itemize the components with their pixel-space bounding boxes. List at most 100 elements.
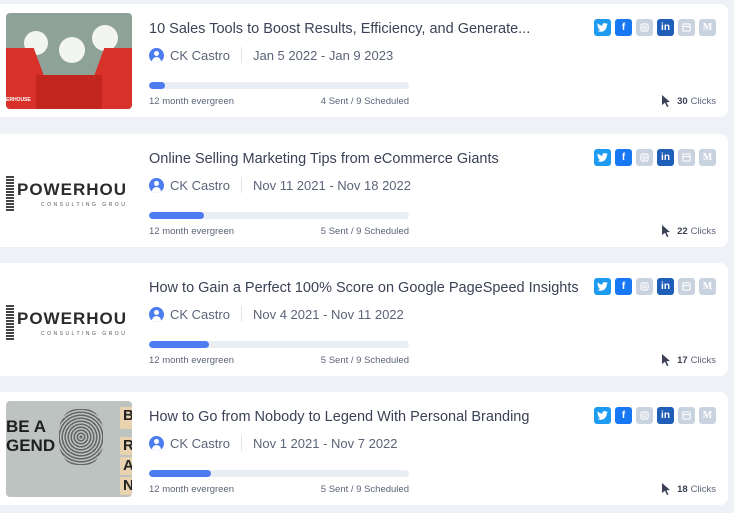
schedule-status: 4 Sent / 9 Scheduled: [320, 96, 409, 107]
divider: [240, 177, 242, 193]
post-title[interactable]: How to Gain a Perfect 100% Score on Goog…: [149, 280, 579, 296]
progress-fill: [149, 341, 209, 348]
post-title[interactable]: How to Go from Nobody to Legend With Per…: [149, 409, 529, 425]
avatar-icon: [149, 306, 164, 322]
schedule-status: 5 Sent / 9 Scheduled: [320, 355, 409, 366]
clicks-count: 22: [677, 225, 688, 237]
author-name: CK Castro: [170, 47, 230, 63]
schedule-status: 5 Sent / 9 Scheduled: [320, 484, 409, 495]
facebook-icon[interactable]: f: [615, 19, 632, 36]
post-card[interactable]: BE A GEND BRAN How to Go from Nobody to L…: [0, 392, 728, 505]
progress-bar: [149, 341, 409, 348]
clicks-counter: 30 Clicks: [661, 95, 716, 107]
medium-icon[interactable]: M: [699, 19, 716, 36]
evergreen-label: 12 month evergreen: [149, 96, 235, 107]
instagram-icon[interactable]: [636, 19, 653, 36]
instagram-icon[interactable]: [636, 407, 653, 424]
clicks-counter: 17 Clicks: [661, 354, 716, 366]
social-icons: f in M: [594, 278, 716, 295]
post-card[interactable]: ERHOUSE 10 Sales Tools to Boost Results,…: [0, 4, 728, 117]
news-icon[interactable]: [678, 407, 695, 424]
toolbox-image: ERHOUSE: [6, 13, 132, 109]
evergreen-label: 12 month evergreen: [149, 484, 235, 495]
progress-bar: [149, 82, 409, 89]
clicks-count: 30: [677, 95, 688, 107]
powerhouse-logo: POWERHOU CONSULTING GROU: [6, 272, 132, 368]
post-title[interactable]: Online Selling Marketing Tips from eComm…: [149, 151, 499, 167]
powerhouse-logo: POWERHOU CONSULTING GROU: [6, 143, 132, 239]
avatar-icon: [149, 47, 164, 63]
post-card[interactable]: POWERHOU CONSULTING GROU Online Selling …: [0, 134, 728, 247]
author-name: CK Castro: [170, 306, 230, 322]
avatar-icon: [149, 177, 164, 193]
news-icon[interactable]: [678, 278, 695, 295]
divider: [240, 306, 242, 322]
clicks-counter: 18 Clicks: [661, 483, 716, 495]
social-icons: f in M: [594, 149, 716, 166]
twitter-icon[interactable]: [594, 19, 611, 36]
linkedin-icon[interactable]: in: [657, 19, 674, 36]
letter-block: R: [120, 437, 132, 455]
news-icon[interactable]: [678, 149, 695, 166]
progress-bar: [149, 212, 409, 219]
clicks-label: Clicks: [690, 225, 716, 237]
legend-image: BE A GEND BRAN: [6, 401, 132, 497]
progress-fill: [149, 82, 165, 89]
post-meta: CK Castro Nov 4 2021 - Nov 11 2022: [149, 305, 404, 323]
news-icon[interactable]: [678, 19, 695, 36]
twitter-icon[interactable]: [594, 149, 611, 166]
cursor-icon: [662, 225, 671, 237]
facebook-icon[interactable]: f: [615, 149, 632, 166]
clicks-label: Clicks: [690, 483, 716, 495]
letter-block: A: [120, 457, 132, 475]
schedule-status: 5 Sent / 9 Scheduled: [320, 226, 409, 237]
linkedin-icon[interactable]: in: [657, 149, 674, 166]
date-range: Nov 1 2021 - Nov 7 2022: [252, 435, 398, 451]
medium-icon[interactable]: M: [699, 278, 716, 295]
linkedin-icon[interactable]: in: [657, 407, 674, 424]
avatar-icon: [149, 435, 164, 451]
thumb-text: BE A GEND: [6, 417, 56, 455]
facebook-icon[interactable]: f: [615, 278, 632, 295]
divider: [240, 435, 242, 451]
twitter-icon[interactable]: [594, 278, 611, 295]
evergreen-label: 12 month evergreen: [149, 226, 235, 237]
cursor-icon: [662, 483, 671, 495]
post-card[interactable]: POWERHOU CONSULTING GROU How to Gain a P…: [0, 263, 728, 376]
medium-icon[interactable]: M: [699, 149, 716, 166]
post-thumbnail[interactable]: POWERHOU CONSULTING GROU: [6, 143, 132, 239]
author-name: CK Castro: [170, 177, 230, 193]
date-range: Jan 5 2022 - Jan 9 2023: [252, 47, 394, 63]
post-meta: CK Castro Nov 1 2021 - Nov 7 2022: [149, 434, 398, 452]
progress-fill: [149, 470, 212, 477]
instagram-icon[interactable]: [636, 149, 653, 166]
evergreen-label: 12 month evergreen: [149, 355, 235, 366]
clicks-label: Clicks: [690, 354, 716, 366]
logo-text: POWERHOU: [17, 180, 127, 199]
post-thumbnail[interactable]: POWERHOU CONSULTING GROU: [6, 272, 132, 368]
facebook-icon[interactable]: f: [615, 407, 632, 424]
progress-bar: [149, 470, 409, 477]
logo-subtext: CONSULTING GROU: [41, 331, 128, 337]
post-thumbnail[interactable]: ERHOUSE: [6, 13, 132, 109]
clicks-count: 18: [677, 483, 688, 495]
cursor-icon: [662, 95, 671, 107]
logo-subtext: CONSULTING GROU: [41, 202, 128, 208]
date-range: Nov 11 2021 - Nov 18 2022: [252, 177, 411, 193]
twitter-icon[interactable]: [594, 407, 611, 424]
logo-text: POWERHOU: [17, 309, 127, 328]
progress-fill: [149, 212, 204, 219]
thumb-caption: ERHOUSE: [6, 97, 31, 103]
letter-block: N: [120, 477, 132, 495]
date-range: Nov 4 2021 - Nov 11 2022: [252, 306, 404, 322]
social-icons: f in M: [594, 19, 716, 36]
letter-block: B: [120, 407, 132, 429]
instagram-icon[interactable]: [636, 278, 653, 295]
social-icons: f in M: [594, 407, 716, 424]
linkedin-icon[interactable]: in: [657, 278, 674, 295]
post-thumbnail[interactable]: BE A GEND BRAN: [6, 401, 132, 497]
clicks-count: 17: [677, 354, 688, 366]
medium-icon[interactable]: M: [699, 407, 716, 424]
post-title[interactable]: 10 Sales Tools to Boost Results, Efficie…: [149, 21, 530, 37]
post-meta: CK Castro Jan 5 2022 - Jan 9 2023: [149, 46, 393, 64]
